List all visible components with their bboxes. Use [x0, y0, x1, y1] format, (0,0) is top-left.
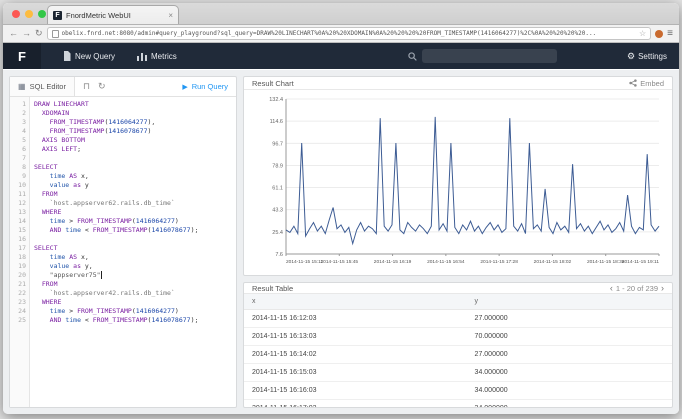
svg-text:2014-11-15 19:11: 2014-11-15 19:11	[622, 259, 659, 265]
svg-text:43.3: 43.3	[272, 208, 283, 214]
flip-view-icon[interactable]: ⊓	[83, 81, 90, 92]
search-icon	[408, 52, 417, 61]
table-cell: 2014-11-15 16:15:03	[244, 364, 467, 382]
column-header-y: y	[467, 294, 672, 310]
table-row: 2014-11-15 16:17:0234.000000	[244, 400, 672, 409]
svg-text:2014-11-15 15:11: 2014-11-15 15:11	[286, 259, 323, 265]
table-cell: 2014-11-15 16:12:03	[244, 310, 467, 328]
url-text[interactable]: obelix.fnrd.net:8080/admin#query_playgro…	[62, 30, 636, 37]
run-query-label: Run Query	[192, 82, 228, 91]
reload-icon[interactable]: ↻	[35, 29, 43, 38]
result-table-header: Result Table ‹ 1 - 20 of 239 ›	[244, 283, 672, 294]
table-row: 2014-11-15 16:14:0227.000000	[244, 346, 672, 364]
tab-close-icon[interactable]: ×	[168, 11, 173, 20]
play-icon: ▶	[182, 83, 187, 91]
table-row: 2014-11-15 16:12:0327.000000	[244, 310, 672, 328]
sql-code[interactable]: DRAW LINECHART XDOMAIN FROM_TIMESTAMP(14…	[30, 97, 236, 407]
browser-tabstrip: F FnordMetric WebUI ×	[3, 3, 679, 25]
result-table: xy 2014-11-15 16:12:0327.0000002014-11-1…	[244, 294, 672, 408]
browser-window: F FnordMetric WebUI × ← → ↻ obelix.fnrd.…	[3, 3, 679, 414]
browser-menu-icon[interactable]: ≡	[667, 28, 673, 39]
nav-metrics[interactable]: Metrics	[137, 52, 177, 61]
result-table-title: Result Table	[252, 284, 293, 293]
nav-new-query-label: New Query	[75, 52, 115, 61]
chart-icon	[137, 52, 147, 61]
svg-text:78.9: 78.9	[272, 163, 283, 169]
tab-sql-editor[interactable]: ▦ SQL Editor	[10, 77, 75, 96]
svg-text:132.4: 132.4	[269, 97, 283, 103]
svg-text:114.6: 114.6	[270, 119, 283, 125]
refresh-icon[interactable]: ↻	[98, 81, 106, 92]
share-icon	[629, 79, 637, 87]
line-numbers: 1234567891011121314151617181920212223242…	[10, 97, 30, 407]
address-bar[interactable]: obelix.fnrd.net:8080/admin#query_playgro…	[47, 27, 652, 40]
table-cell: 34.000000	[467, 400, 672, 409]
nav-new-query[interactable]: New Query	[63, 51, 115, 61]
svg-text:2014-11-15 17:28: 2014-11-15 17:28	[480, 259, 518, 265]
run-query-button[interactable]: ▶ Run Query	[182, 82, 228, 91]
result-table-panel: Result Table ‹ 1 - 20 of 239 › xy 2014-1…	[243, 282, 673, 408]
table-cell: 2014-11-15 16:13:03	[244, 328, 467, 346]
result-chart-title: Result Chart	[252, 79, 294, 88]
next-page-icon[interactable]: ›	[661, 283, 664, 293]
embed-label: Embed	[640, 79, 664, 88]
zoom-window-button[interactable]	[38, 10, 46, 18]
svg-text:2014-11-15 16:54: 2014-11-15 16:54	[427, 259, 465, 265]
forward-icon[interactable]: →	[22, 29, 31, 38]
sql-editor-tab-label: SQL Editor	[30, 82, 66, 91]
table-cell: 70.000000	[467, 328, 672, 346]
prev-page-icon[interactable]: ‹	[610, 283, 613, 293]
svg-text:2014-11-15 18:02: 2014-11-15 18:02	[534, 259, 572, 265]
sql-editor-panel: ▦ SQL Editor ⊓ ↻ ▶ Run Query 12345678910…	[9, 76, 237, 408]
bookmark-star-icon[interactable]: ☆	[639, 29, 646, 38]
svg-text:7.6: 7.6	[275, 252, 283, 258]
svg-text:25.4: 25.4	[272, 230, 283, 236]
table-cell: 27.000000	[467, 310, 672, 328]
global-search-input[interactable]	[422, 49, 557, 63]
chart-svg: 7.6 25.4 43.3 61.1 78.9 96.7 114.6 132.4 2014-11…	[248, 92, 668, 268]
table-cell: 2014-11-15 16:14:02	[244, 346, 467, 364]
svg-text:2014-11-15 18:36: 2014-11-15 18:36	[587, 259, 625, 265]
column-header-x: x	[244, 294, 467, 310]
embed-button[interactable]: Embed	[629, 79, 664, 88]
table-cell: 34.000000	[467, 382, 672, 400]
close-window-button[interactable]	[12, 10, 20, 18]
table-row: 2014-11-15 16:15:0334.000000	[244, 364, 672, 382]
extension-icon[interactable]	[655, 30, 663, 38]
back-icon[interactable]: ←	[9, 29, 18, 38]
minimize-window-button[interactable]	[25, 10, 33, 18]
pagination-label: 1 - 20 of 239	[616, 284, 658, 293]
window-controls	[12, 10, 46, 18]
table-cell: 27.000000	[467, 346, 672, 364]
svg-text:2014-11-15 15:45: 2014-11-15 15:45	[321, 259, 359, 265]
tab-title: FnordMetric WebUI	[66, 11, 164, 20]
sql-editor-icon: ▦	[18, 82, 26, 91]
table-row: 2014-11-15 16:13:0370.000000	[244, 328, 672, 346]
document-icon	[63, 51, 71, 61]
table-cell: 2014-11-15 16:16:03	[244, 382, 467, 400]
table-cell: 2014-11-15 16:17:02	[244, 400, 467, 409]
browser-toolbar: ← → ↻ obelix.fnrd.net:8080/admin#query_p…	[3, 25, 679, 43]
app-logo[interactable]: F	[3, 43, 41, 69]
code-editor[interactable]: 1234567891011121314151617181920212223242…	[10, 97, 236, 407]
nav-metrics-label: Metrics	[151, 52, 177, 61]
svg-text:2014-11-15 16:19: 2014-11-15 16:19	[374, 259, 412, 265]
result-chart-header: Result Chart Embed	[244, 77, 672, 90]
page-icon	[52, 30, 59, 38]
table-cell: 34.000000	[467, 364, 672, 382]
pagination: ‹ 1 - 20 of 239 ›	[610, 283, 664, 293]
gear-icon: ⚙	[627, 51, 635, 62]
app-header: F New Query Metrics ⚙ Settings	[3, 43, 679, 69]
browser-tab[interactable]: F FnordMetric WebUI ×	[47, 5, 179, 24]
favicon: F	[53, 11, 62, 20]
table-row: 2014-11-15 16:16:0334.000000	[244, 382, 672, 400]
result-chart-panel: Result Chart Embed 7.6 25.4 43.3 61.1 78.9 96…	[243, 76, 673, 276]
editor-toolbar: ▦ SQL Editor ⊓ ↻ ▶ Run Query	[10, 77, 236, 97]
settings-button[interactable]: ⚙ Settings	[627, 51, 667, 62]
main-content: ▦ SQL Editor ⊓ ↻ ▶ Run Query 12345678910…	[3, 70, 679, 414]
svg-text:61.1: 61.1	[272, 186, 283, 192]
line-chart: 7.6 25.4 43.3 61.1 78.9 96.7 114.6 132.4 2014-11…	[244, 90, 672, 275]
settings-label: Settings	[638, 52, 667, 61]
svg-text:96.7: 96.7	[272, 141, 283, 147]
